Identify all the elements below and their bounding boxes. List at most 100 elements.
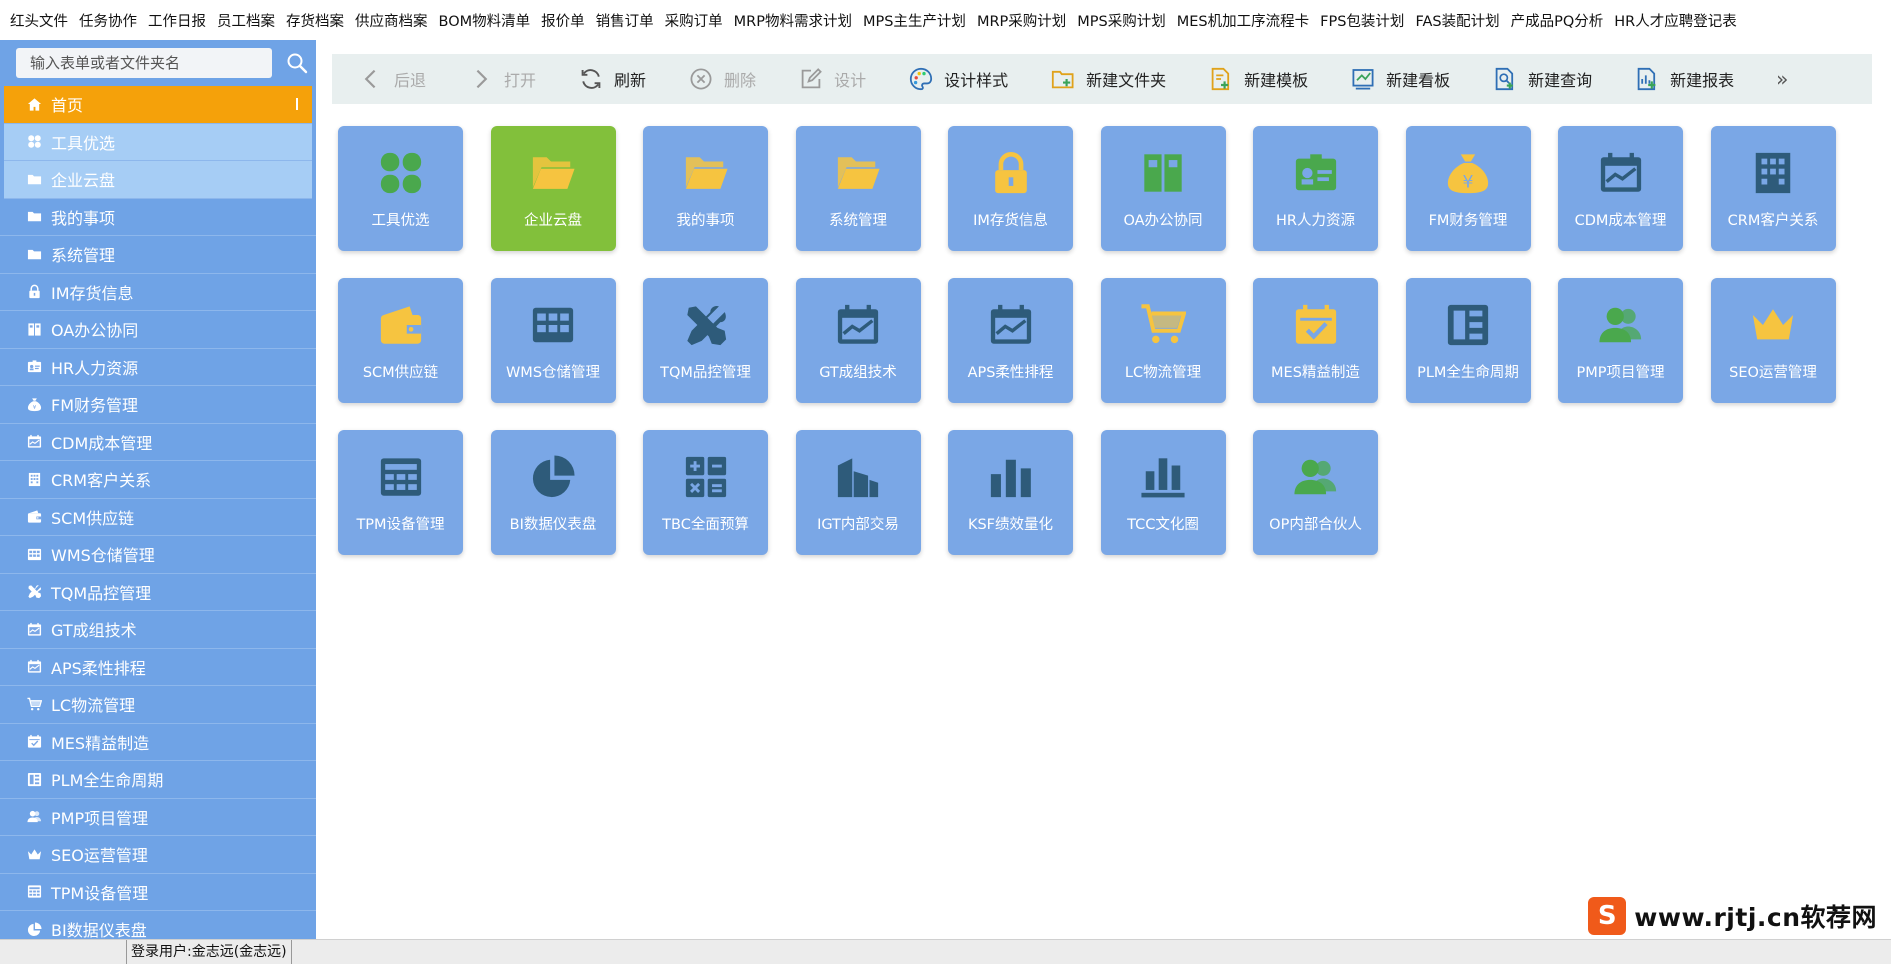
sidebar-item-label: APS柔性排程 — [51, 658, 146, 678]
sidebar-item[interactable]: GT成组技术 — [0, 611, 316, 649]
app-tile[interactable]: IM存货信息 — [948, 126, 1073, 251]
app-tile[interactable]: HR人力资源 — [1253, 126, 1378, 251]
toolbar-button-label: 设计样式 — [944, 71, 1009, 90]
watermark: S www.rjtj.cn软荐网 — [1584, 895, 1881, 937]
sidebar-item[interactable]: 我的事项 — [0, 199, 316, 236]
app-tile[interactable]: SEO运营管理 — [1710, 278, 1836, 403]
status-bar: 登录用户:金志远(金志远) — [0, 939, 1891, 964]
sidebar-item-label: OA办公协同 — [51, 321, 139, 341]
menu-item[interactable]: 任务协作 — [79, 10, 137, 31]
search-input[interactable] — [16, 48, 272, 78]
menu-item[interactable]: MPS采购计划 — [1077, 10, 1165, 31]
app-tile[interactable]: 系统管理 — [795, 126, 921, 251]
toolbar-button[interactable]: 打开 — [468, 54, 536, 104]
calendar-chart-icon — [986, 300, 1036, 350]
sidebar-item[interactable]: SEO运营管理 — [0, 836, 316, 874]
menu-item[interactable]: 供应商档案 — [355, 10, 428, 31]
sidebar-item-label: GT成组技术 — [51, 621, 137, 641]
menu-item[interactable]: MRP物料需求计划 — [734, 10, 852, 31]
sidebar-item[interactable]: 首页 — [4, 86, 312, 124]
app-tile[interactable]: OA办公协同 — [1100, 126, 1226, 251]
sidebar-item[interactable]: WMS仓储管理 — [0, 536, 316, 574]
menu-item[interactable]: 采购订单 — [665, 10, 723, 31]
building-icon — [1748, 148, 1798, 198]
toolbar-button[interactable]: 新建文件夹 — [1050, 54, 1166, 104]
app-tile[interactable]: CRM客户关系 — [1710, 126, 1836, 251]
sidebar-item[interactable]: IM存货信息 — [0, 274, 316, 311]
app-tile[interactable]: 企业云盘 — [490, 126, 616, 251]
sidebar-item[interactable]: PMP项目管理 — [0, 799, 316, 836]
edit-icon — [798, 66, 824, 92]
app-tile[interactable]: CDM成本管理 — [1558, 126, 1683, 251]
app-tile[interactable]: OP内部合伙人 — [1253, 430, 1378, 555]
sidebar-item[interactable]: HR人力资源 — [0, 349, 316, 386]
menu-item[interactable]: MPS主生产计划 — [863, 10, 966, 31]
app-tile[interactable]: TPM设备管理 — [338, 430, 463, 555]
sidebar-item[interactable]: PLM全生命周期 — [0, 761, 316, 799]
sidebar-item[interactable]: LC物流管理 — [0, 686, 316, 724]
sidebar-item[interactable]: TQM品控管理 — [0, 574, 316, 611]
app-tile[interactable]: SCM供应链 — [338, 278, 463, 403]
app-tile[interactable]: ¥ FM财务管理 — [1405, 126, 1531, 251]
menu-item[interactable]: 报价单 — [541, 10, 585, 31]
toolbar-button[interactable]: 删除 — [688, 54, 756, 104]
sidebar-item[interactable]: CDM成本管理 — [0, 424, 316, 461]
app-tile[interactable]: 我的事项 — [643, 126, 768, 251]
app-tile[interactable]: 工具优选 — [338, 126, 463, 251]
table-icon — [26, 546, 43, 563]
drag-handle[interactable] — [296, 98, 298, 110]
menu-item[interactable]: FPS包装计划 — [1320, 10, 1404, 31]
menu-item[interactable]: FAS装配计划 — [1415, 10, 1499, 31]
toolbar-button[interactable]: 新建查询 — [1492, 54, 1592, 104]
sidebar-item[interactable]: 企业云盘 — [4, 161, 312, 199]
sidebar-item[interactable]: 工具优选 — [4, 123, 312, 161]
toolbar-button[interactable]: 新建看板 — [1350, 54, 1450, 104]
sidebar-item[interactable]: MES精益制造 — [0, 724, 316, 761]
app-tile[interactable]: IGT内部交易 — [795, 430, 921, 555]
app-tile[interactable]: TCC文化圈 — [1100, 430, 1226, 555]
toolbar-button-label: 设计 — [834, 71, 867, 90]
users-icon — [26, 808, 43, 825]
menu-item[interactable]: 产成品PQ分析 — [1511, 10, 1604, 31]
sidebar-item[interactable]: OA办公协同 — [0, 311, 316, 349]
app-tile[interactable]: BI数据仪表盘 — [490, 430, 616, 555]
app-tile[interactable]: PMP项目管理 — [1558, 278, 1683, 403]
toolbar-button[interactable]: 设计 — [798, 54, 866, 104]
menu-item[interactable]: 工作日报 — [148, 10, 206, 31]
toolbar-more-button[interactable]: » — [1776, 54, 1788, 104]
sidebar-item[interactable]: APS柔性排程 — [0, 649, 316, 686]
menu-item[interactable]: BOM物料清单 — [439, 10, 531, 31]
app-tile[interactable]: KSF绩效量化 — [948, 430, 1073, 555]
app-tile[interactable]: APS柔性排程 — [948, 278, 1073, 403]
search-icon[interactable] — [282, 48, 312, 78]
app-tile[interactable]: GT成组技术 — [795, 278, 921, 403]
layout-icon — [1443, 300, 1493, 350]
menu-item[interactable]: 员工档案 — [217, 10, 275, 31]
toolbar-button[interactable]: 设计样式 — [908, 54, 1008, 104]
sidebar-item[interactable]: TPM设备管理 — [0, 874, 316, 911]
sidebar-item[interactable]: ¥ FM财务管理 — [0, 386, 316, 424]
menu-item[interactable]: HR人才应聘登记表 — [1614, 10, 1736, 31]
menu-item[interactable]: 存货档案 — [286, 10, 344, 31]
toolbar-button[interactable]: 新建报表 — [1634, 54, 1734, 104]
app-tile[interactable]: TBC全面预算 — [643, 430, 768, 555]
new-report-icon — [1634, 66, 1660, 92]
sidebar-item[interactable]: CRM客户关系 — [0, 461, 316, 499]
columns-icon — [1138, 148, 1188, 198]
app-tile[interactable]: PLM全生命周期 — [1405, 278, 1531, 403]
app-tile[interactable]: MES精益制造 — [1253, 278, 1378, 403]
toolbar-button[interactable]: 刷新 — [578, 54, 646, 104]
sidebar-item[interactable]: 系统管理 — [0, 236, 316, 274]
menu-item[interactable]: 销售订单 — [596, 10, 654, 31]
sidebar-item[interactable]: BI数据仪表盘 — [0, 911, 316, 939]
menu-item[interactable]: MES机加工序流程卡 — [1177, 10, 1309, 31]
app-tile[interactable]: TQM品控管理 — [643, 278, 768, 403]
sidebar-item-label: CRM客户关系 — [51, 471, 152, 491]
app-tile[interactable]: WMS仓储管理 — [490, 278, 616, 403]
toolbar-button[interactable]: 后退 — [358, 54, 426, 104]
toolbar-button[interactable]: 新建模板 — [1208, 54, 1308, 104]
menu-item[interactable]: MRP采购计划 — [977, 10, 1066, 31]
app-tile[interactable]: LC物流管理 — [1100, 278, 1226, 403]
sidebar-item[interactable]: SCM供应链 — [0, 499, 316, 536]
menu-item[interactable]: 红头文件 — [10, 10, 68, 31]
